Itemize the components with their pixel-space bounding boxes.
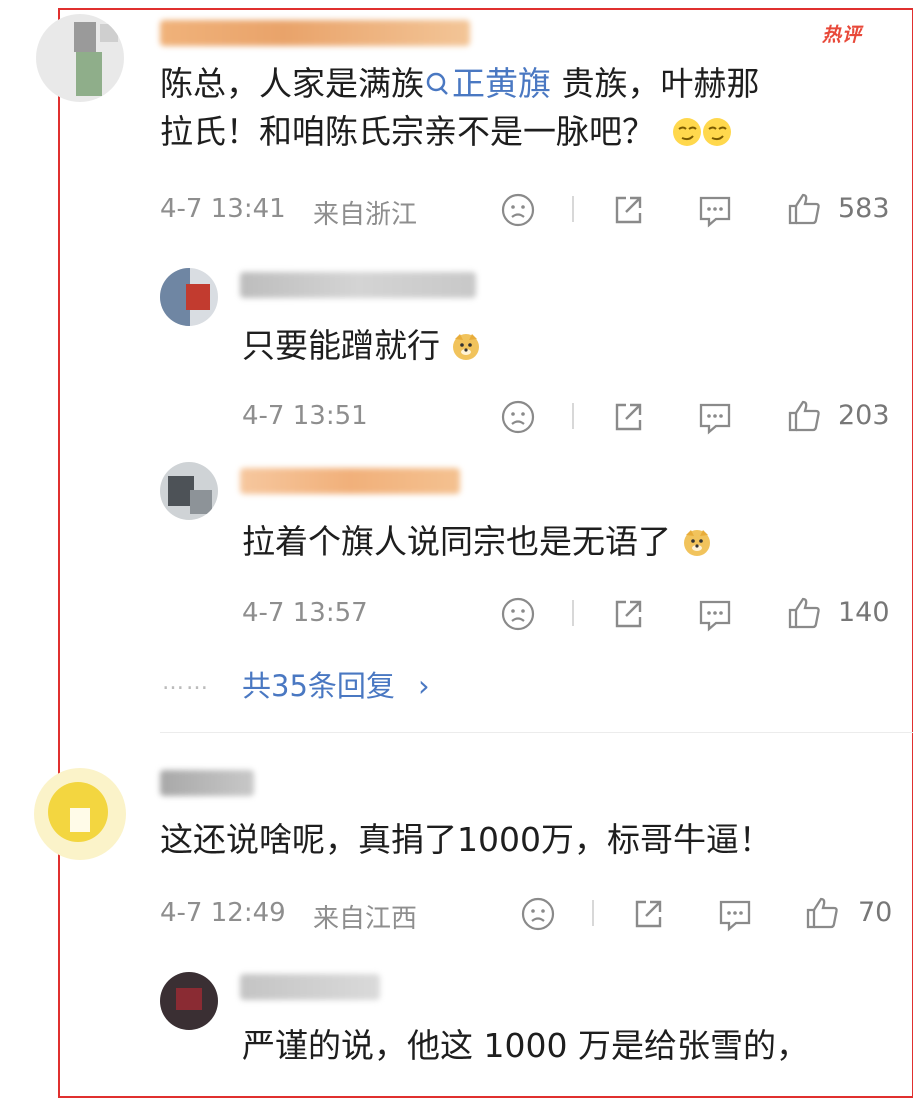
comment-text: 这还说啥呢，真捐了1000万，标哥牛逼！ [160, 820, 772, 859]
chevron-right-icon: › [418, 669, 430, 703]
like-thumb-icon[interactable] [786, 190, 822, 228]
smirk-face-icon [672, 118, 701, 146]
avatar[interactable] [160, 268, 218, 326]
separator [572, 600, 574, 626]
reply-text: 只要能蹭就行 [242, 322, 481, 370]
comment-text: 陈总，人家是满族 正黄旗 贵族，叶赫那 拉氏！和咱陈氏宗亲不是一脉吧？ [160, 64, 760, 151]
avatar[interactable] [160, 972, 218, 1030]
timestamp: 4-7 13:51 [242, 401, 368, 431]
comment-icon[interactable] [716, 896, 754, 932]
timestamp: 4-7 13:41 [160, 194, 286, 224]
username-blurred[interactable] [240, 974, 380, 1000]
doge-icon [452, 334, 479, 360]
search-icon [426, 72, 448, 95]
share-icon[interactable] [610, 399, 646, 435]
username-blurred[interactable] [240, 272, 476, 298]
view-replies-link[interactable]: 共35条回复 › [242, 663, 430, 705]
hot-comment-badge: 热评 [822, 24, 863, 46]
username-blurred[interactable] [160, 20, 470, 46]
dislike-face-icon[interactable] [500, 399, 536, 435]
timestamp: 4-7 12:49 [160, 898, 286, 928]
share-icon[interactable] [630, 896, 666, 932]
smirk-face-icon [702, 118, 731, 146]
avatar[interactable] [34, 768, 126, 860]
location: 来自浙江 [313, 200, 418, 230]
topic-link[interactable]: 正黄旗 [424, 64, 551, 103]
username-blurred[interactable] [240, 468, 460, 494]
like-thumb-icon[interactable] [804, 894, 840, 932]
reply-dots: …… [162, 670, 210, 695]
separator [572, 403, 574, 429]
location: 来自江西 [313, 904, 418, 934]
divider [160, 732, 913, 733]
reply-text: 严谨的说，他这 1000 万是给张雪的， [242, 1026, 809, 1065]
dislike-face-icon[interactable] [500, 192, 536, 228]
like-thumb-icon[interactable] [786, 397, 822, 435]
doge-icon [683, 530, 710, 556]
like-count: 583 [838, 193, 890, 224]
avatar[interactable] [36, 14, 124, 102]
timestamp: 4-7 13:57 [242, 598, 368, 628]
username-blurred[interactable] [160, 770, 254, 796]
separator [572, 196, 574, 222]
separator [592, 900, 594, 926]
like-thumb-icon[interactable] [786, 594, 822, 632]
comment-icon[interactable] [696, 596, 734, 632]
avatar[interactable] [160, 462, 218, 520]
like-count: 203 [838, 400, 890, 431]
share-icon[interactable] [610, 192, 646, 228]
dislike-face-icon[interactable] [500, 596, 536, 632]
share-icon[interactable] [610, 596, 646, 632]
like-count: 70 [858, 897, 893, 928]
comment-icon[interactable] [696, 192, 734, 228]
like-count: 140 [838, 597, 890, 628]
dislike-face-icon[interactable] [520, 896, 556, 932]
reply-text: 拉着个旗人说同宗也是无语了 [242, 518, 712, 566]
comment-icon[interactable] [696, 399, 734, 435]
